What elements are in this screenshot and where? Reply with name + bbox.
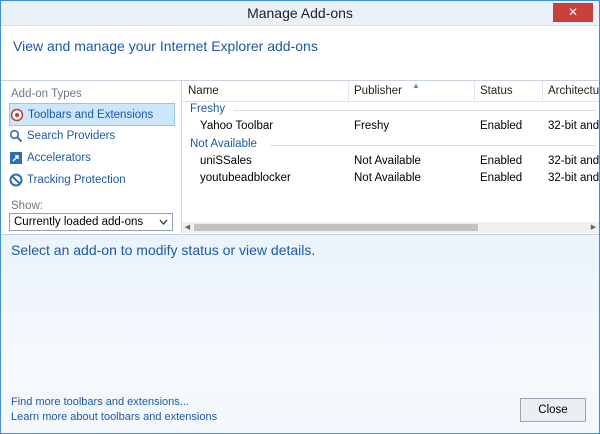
column-header-name[interactable]: Name (188, 85, 219, 97)
sort-arrow-icon: ▲ (412, 81, 420, 90)
row-name[interactable]: uniSSales (200, 155, 252, 167)
details-message: Select an add-on to modify status or vie… (11, 242, 316, 258)
row-architecture: 32-bit and (548, 120, 599, 132)
footer: Find more toolbars and extensions... Lea… (1, 392, 599, 433)
search-icon (9, 129, 23, 142)
row-name[interactable]: Yahoo Toolbar (200, 120, 273, 132)
header: View and manage your Internet Explorer a… (1, 26, 599, 81)
scrollbar-thumb[interactable] (194, 224, 478, 231)
title-bar: Manage Add-ons ✕ (1, 1, 599, 26)
column-header-architecture[interactable]: Architectur (548, 85, 599, 97)
show-label: Show: (11, 200, 43, 212)
sidebar-item-label: Tracking Protection (27, 173, 126, 186)
addon-types-label: Add-on Types (11, 88, 82, 100)
row-architecture: 32-bit and (548, 155, 599, 167)
window-title: Manage Add-ons (247, 5, 353, 21)
row-publisher: Not Available (354, 155, 421, 167)
group-header-not-available: Not Available (190, 138, 257, 150)
addons-list: Name Publisher ▲ Status Architectur Fres… (182, 81, 599, 233)
learn-more-link[interactable]: Learn more about toolbars and extensions (11, 411, 217, 423)
row-status: Enabled (480, 155, 523, 167)
manage-addons-window: Manage Add-ons ✕ View and manage your In… (0, 0, 600, 434)
toolbars-icon (10, 108, 24, 121)
column-header-status[interactable]: Status (480, 85, 513, 97)
sidebar-item-label: Search Providers (27, 129, 116, 142)
row-status: Enabled (480, 120, 523, 132)
row-name[interactable]: youtubeadblocker (200, 172, 291, 184)
column-header-row: Name Publisher ▲ Status Architectur (182, 81, 599, 102)
scroll-left-icon[interactable]: ◀ (182, 222, 193, 233)
horizontal-scrollbar[interactable]: ◀ ▶ (182, 222, 599, 233)
row-status: Enabled (480, 172, 523, 184)
find-more-link[interactable]: Find more toolbars and extensions... (11, 396, 189, 408)
tracking-protection-icon (9, 173, 23, 186)
close-button[interactable]: Close (520, 398, 586, 422)
header-title: View and manage your Internet Explorer a… (13, 38, 318, 54)
sidebar-item-label: Accelerators (27, 151, 91, 164)
sidebar-item-label: Toolbars and Extensions (28, 108, 154, 121)
addon-types-panel: Add-on Types Toolbars and Extensions Sea… (1, 81, 182, 233)
sidebar-item-accelerators[interactable]: Accelerators (9, 147, 173, 168)
sidebar-item-tracking-protection[interactable]: Tracking Protection (9, 169, 173, 190)
show-dropdown[interactable]: Currently loaded add-ons (9, 213, 173, 231)
chevron-down-icon (159, 219, 168, 225)
show-dropdown-value: Currently loaded add-ons (14, 216, 144, 228)
scroll-right-icon[interactable]: ▶ (588, 222, 599, 233)
accelerators-icon (10, 151, 22, 164)
row-architecture: 32-bit and (548, 172, 599, 184)
window-close-button[interactable]: ✕ (553, 3, 593, 22)
row-publisher: Not Available (354, 172, 421, 184)
sidebar-item-toolbars-and-extensions[interactable]: Toolbars and Extensions (9, 103, 175, 126)
sidebar-item-search-providers[interactable]: Search Providers (9, 125, 173, 146)
details-pane: Select an add-on to modify status or vie… (1, 234, 599, 393)
row-publisher: Freshy (354, 120, 390, 132)
group-header-freshy: Freshy (190, 103, 226, 115)
column-header-publisher[interactable]: Publisher (354, 85, 402, 97)
